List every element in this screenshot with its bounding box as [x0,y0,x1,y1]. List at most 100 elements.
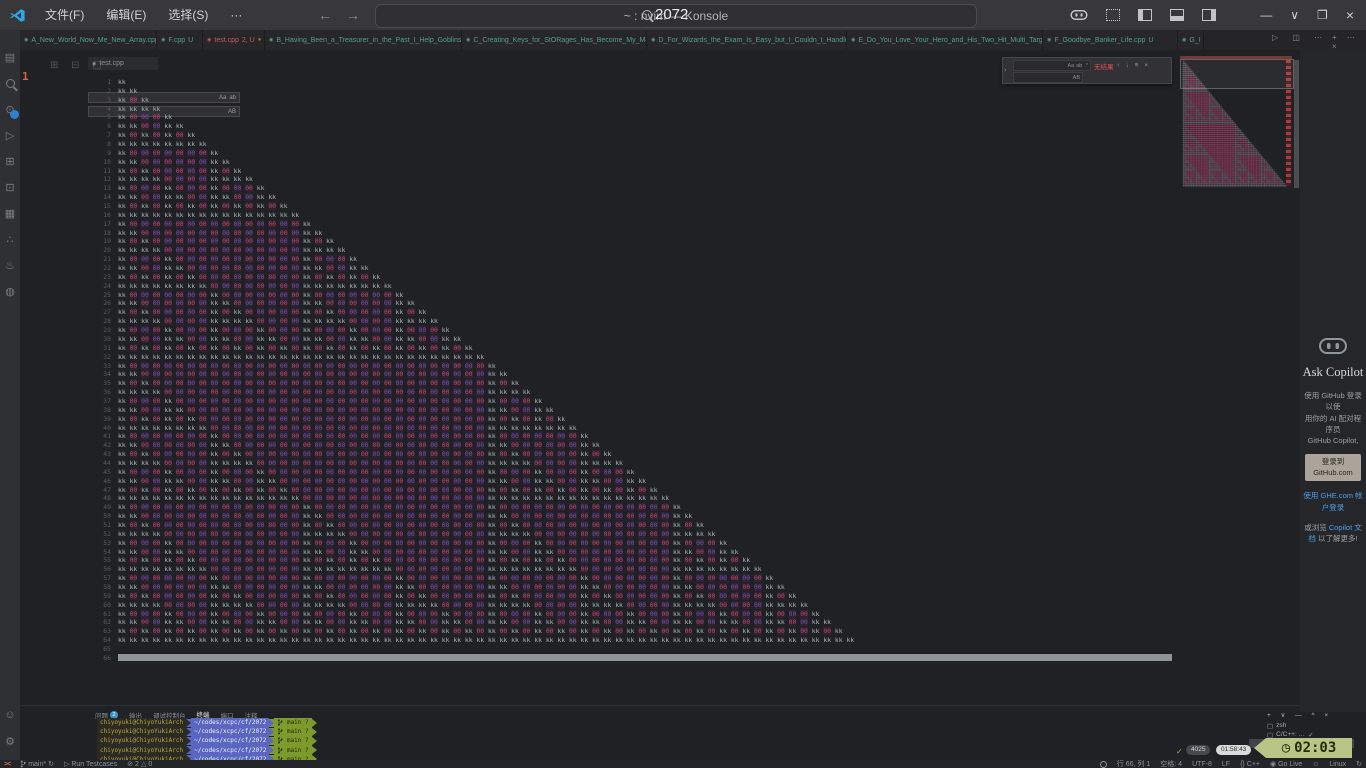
indentation[interactable]: 空格: 4 [1160,759,1182,768]
pattern-tokens: kk 00 kk 00 00 00 00 00 kk 00 kk 00 00 0… [118,308,426,316]
editor-tab[interactable]: ◉E_Do_You_Love_Your_Hero_and_His_Two_Hit… [847,30,1043,50]
menu-item[interactable]: 编辑(E) [95,0,157,30]
integrated-terminal[interactable]: chiyoyuki@ChiyoYukiArch~/codes/xcpc/cf/2… [97,718,317,764]
activity-item-extensions[interactable]: ⊞ [0,148,20,174]
copilot-titlebar-icon[interactable] [1070,8,1088,22]
editor-tab[interactable]: ◉B_Having_Been_a_Treasurer_in_the_Past_I… [265,30,462,50]
editor-line: 21kk 00 00 00 kk 00 00 00 00 00 00 00 00… [0,255,1300,264]
go-live-button[interactable]: ◉Go Live [1270,760,1302,768]
powerline-arrow [312,746,317,754]
notification-bell-icon[interactable]: ↻ [1356,760,1362,768]
counter-pill: 4025 [1186,745,1210,755]
editor-line: 4kk kk kk kk [0,105,1300,114]
editor-line: 48kk kk kk kk kk kk kk kk kk kk kk kk kk… [0,494,1300,503]
pattern-tokens: kk kk kk kk 00 00 00 00 kk kk kk kk 00 0… [118,601,808,609]
back-arrow-icon[interactable]: ← [318,7,332,23]
pattern-tokens: kk 00 00 00 kk 00 00 00 00 00 00 00 00 0… [118,539,727,547]
accounts-icon: ☺ [4,709,15,721]
eol[interactable]: LF [1222,761,1230,768]
pattern-tokens: kk kk kk kk [118,105,160,113]
pattern-tokens: kk 00 00 00 kk 00 00 00 00 00 00 00 00 0… [118,255,357,263]
editor-line: 7kk 00 kk 00 kk 00 kk [0,131,1300,140]
editor-line: 16kk kk kk kk kk kk kk kk kk kk kk kk kk… [0,211,1300,220]
terminal-list-item[interactable]: ▢zsh [1249,721,1354,730]
editor-line: 46kk kk 00 00 kk kk 00 00 kk kk 00 00 kk… [0,477,1300,486]
menu-item[interactable]: 文件(F) [34,0,95,30]
regex-icon[interactable]: .* [1084,63,1088,69]
match-case-icon[interactable]: Aa [1067,63,1074,69]
editor-tab[interactable]: ◉F_Goodbye_Banker_Life.cppU [1043,30,1178,50]
activity-item-docker[interactable]: ♨ [0,252,20,278]
activity-item-accounts[interactable]: ☺ [0,702,20,728]
cursor-position[interactable]: 行 66, 列 1 [1117,759,1150,768]
activity-item-graph[interactable]: ∴ [0,226,20,252]
menu-item[interactable]: ··· [219,0,253,30]
encoding[interactable]: UTF-8 [1192,761,1212,768]
branch-icon [20,760,26,768]
editor-tab[interactable]: ◉A_New_World_Now_Me_New_Array.cppU [20,30,157,50]
tab-bar-actions[interactable]: + ⋯ × [1332,33,1366,51]
close-button[interactable]: × [1346,7,1354,23]
menu-item[interactable]: 选择(S) [157,0,219,30]
copilot-description: 使用 GitHub 登录以使 用你的 AI 配对程序员 GitHub Copil… [1302,390,1364,446]
activity-item-settings[interactable]: ⚙ [0,728,20,754]
nvim-buffer[interactable]: 1kk2kk kk3kk 00 kk4kk kk kk kk5kk 00 00 … [0,78,1300,663]
pattern-tokens: kk 00 kk 00 00 00 00 00 00 00 00 00 00 0… [118,237,334,245]
file-icon: ◉ [269,38,273,43]
minimize-button[interactable]: — [1260,8,1272,22]
editor-tab[interactable]: ◉D_For_Wizards_the_Exam_Is_Easy_but_I_Co… [647,30,847,50]
whole-word-icon[interactable]: ab [1076,63,1082,69]
customize-layout-icon[interactable] [1106,9,1120,21]
file-icon: ◉ [466,38,470,43]
terminal-list-actions[interactable]: + ∨ — ^ × [1249,711,1354,719]
sync-icon: ↻ [48,760,54,768]
activity-item-source-control[interactable]: ⊙ [0,96,20,122]
run-label: Run Testcases [71,761,117,768]
activity-item-explorer[interactable]: ▤ [0,44,20,70]
editor-tab[interactable]: ◉G_I [1178,30,1204,50]
activity-item-chart[interactable]: ▦ [0,200,20,226]
language-mode[interactable]: {}C++ [1240,761,1260,768]
pattern-tokens: kk kk kk kk kk kk kk kk kk kk kk kk kk k… [118,636,854,644]
activity-item-remote-explorer[interactable]: ⊡ [0,174,20,200]
chevron-icon[interactable]: ∨ [1290,8,1299,22]
replace-input[interactable]: AB [1013,72,1083,83]
run-testcases-button[interactable]: ▷Run Testcases [64,760,117,768]
editor-tab[interactable]: ◉test.cpp2, U● [203,30,265,50]
replace-toggle-icon[interactable]: › [1004,67,1006,74]
toggle-panel-icon[interactable] [1170,9,1184,21]
editor-actions[interactable]: ▷ ◫ ⋯ [1272,33,1328,42]
branch-icon [277,737,283,744]
editor-line: 52kk kk kk kk 00 00 00 00 00 00 00 00 00… [0,530,1300,539]
prompt-path: ~/codes/xcpc/cf/2072 [191,718,269,727]
replace-all-icon[interactable]: AB [1073,75,1080,81]
minimap-slider[interactable] [1180,59,1294,89]
git-branch-status[interactable]: main*↻ [20,760,54,768]
pattern-tokens: kk kk 00 00 00 00 00 00 kk kk 00 00 00 0… [118,299,415,307]
chart-icon: ▦ [5,207,15,220]
pattern-tokens: kk kk 00 00 00 00 00 00 00 00 00 00 00 0… [118,370,507,378]
remote-indicator[interactable]: >< [4,761,10,768]
editor-tab[interactable]: ◉F.cppU [157,30,203,50]
zoom-icon[interactable] [1100,761,1107,768]
find-input[interactable]: Aa ab .* [1013,60,1091,71]
copilot-signin-button[interactable]: 登录到 GitHub.com [1305,454,1361,481]
find-nav-icons[interactable]: ↑ ↓ ≡ × [1117,62,1151,69]
copilot-ghe-link[interactable]: 使用 GHE.com 帐户登录 [1302,490,1364,513]
problems-status[interactable]: ⊘2△0 [127,760,152,768]
pattern-tokens: kk 00 kk 00 kk 00 kk 00 kk 00 kk 00 kk 0… [118,344,473,352]
editor-tab[interactable]: ◉C_Creating_Keys_for_StORages_Has_Become… [462,30,647,50]
toggle-secondary-sidebar-icon[interactable] [1202,9,1216,21]
pattern-tokens: kk 00 00 00 00 00 00 00 kk 00 00 00 00 0… [118,291,403,299]
pattern-tokens: kk kk 00 00 00 00 00 00 00 00 00 00 00 0… [118,229,322,237]
editor-scrollbar[interactable] [1294,60,1299,188]
activity-item-github[interactable]: ◍ [0,278,20,304]
feedback-smiley[interactable]: ☺ [1312,761,1319,768]
os-label[interactable]: Linux [1329,761,1346,768]
restore-button[interactable]: ❐ [1317,8,1328,22]
toggle-sidebar-icon[interactable] [1138,9,1152,21]
activity-item-run-debug[interactable]: ▷ [0,122,20,148]
forward-arrow-icon[interactable]: → [346,7,360,23]
activity-item-search[interactable] [0,70,20,96]
pattern-tokens: kk 00 00 00 00 00 00 00 00 00 00 00 00 0… [118,362,496,370]
